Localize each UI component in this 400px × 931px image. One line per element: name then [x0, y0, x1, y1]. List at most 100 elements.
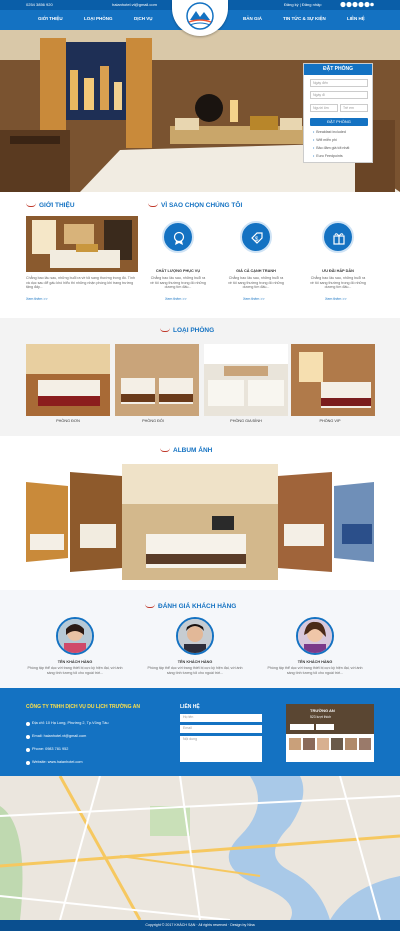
feature-item: Wifi miễn phí — [313, 138, 337, 142]
email-text[interactable]: haianhotel.vt@gmail.com — [112, 2, 157, 7]
nav-item-tin-tuc[interactable]: TIN TỨC & SỰ KIỆN — [283, 16, 326, 21]
check-out-field[interactable]: Ngày đi — [310, 91, 368, 99]
site-logo[interactable] — [172, 0, 228, 36]
about-image — [26, 216, 138, 272]
nav-item-loai-phong[interactable]: LOẠI PHÒNG — [84, 16, 113, 21]
room-label[interactable]: PHÒNG ĐƠN — [26, 419, 110, 423]
reviewer-name: TÊN KHÁCH HÀNG — [297, 660, 333, 664]
album-photo — [122, 464, 278, 580]
adults-field[interactable]: Người lớn — [310, 104, 338, 112]
avatar — [176, 617, 214, 655]
about-text: Chẳng bao lâu sau, những buổi ra về tôi … — [26, 276, 135, 290]
contact-title: LIÊN HỆ — [180, 704, 200, 710]
check-in-field[interactable]: Ngày đến — [310, 79, 368, 87]
google-plus-icon — [352, 1, 358, 8]
booking-form: ĐẶT PHÒNG Ngày đến Ngày đi Người lớn Trẻ… — [303, 63, 373, 163]
about-more-link[interactable]: Xem thêm >> — [26, 297, 48, 301]
nav-item-gioi-thieu[interactable]: GIỚI THIỆU — [38, 16, 63, 21]
social-icons — [340, 1, 374, 9]
nav-item-lien-he[interactable]: LIÊN HỆ — [347, 16, 365, 21]
why-item-text: Chẳng bao lâu sau, những buổi ra về tôi … — [150, 276, 206, 290]
fb-share-button[interactable]: Share — [316, 724, 334, 730]
swirl-icon — [145, 604, 155, 609]
contact-email-field[interactable]: Email — [180, 725, 262, 733]
room-label[interactable]: PHÒNG GIA ĐÌNH — [204, 419, 288, 423]
review-text: Phòng tập thể dục với trang thiết bị cực… — [267, 666, 363, 675]
album-photo — [334, 482, 374, 562]
logo-icon — [186, 2, 214, 30]
company-name: CÔNG TY TNHH DỊCH VỤ DU LỊCH TRƯỜNG AN — [26, 704, 140, 710]
why-item-text: Chẳng bao lâu sau, những buổi ra về tôi … — [310, 276, 366, 290]
reviewer-name: TÊN KHÁCH HÀNG — [177, 660, 213, 664]
address-text: Địa chỉ: 10 Hạ Long, Phường 2, Tp.Vũng T… — [32, 721, 109, 725]
avatar — [296, 617, 334, 655]
nav-item-dich-vu[interactable]: DỊCH VỤ — [134, 16, 153, 21]
album-photo — [70, 472, 122, 572]
why-more-link[interactable]: Xem thêm >> — [325, 297, 347, 301]
contact-name-field[interactable]: Họ tên — [180, 714, 262, 722]
pinterest-icon — [364, 1, 370, 8]
swirl-icon — [148, 203, 158, 208]
swirl-icon — [26, 203, 36, 208]
why-title: VÌ SAO CHỌN CHÚNG TÔI — [148, 202, 242, 209]
fb-likes: 523 lượt thích — [310, 715, 332, 719]
phone-icon — [26, 748, 30, 752]
reviews-title: ĐÁNH GIÁ KHÁCH HÀNG — [145, 603, 236, 610]
room-card-vip[interactable] — [291, 344, 375, 416]
location-icon — [26, 722, 30, 726]
twitter-icon — [346, 1, 352, 8]
room-label[interactable]: PHÒNG VIP — [288, 419, 372, 423]
website-text[interactable]: Website: www.haianhotel.com — [32, 760, 83, 764]
why-item-title: GIÁ CẢ CẠNH TRANH — [236, 269, 276, 273]
location-map[interactable] — [0, 776, 400, 920]
reviewer-name: TÊN KHÁCH HÀNG — [57, 660, 93, 664]
why-item-text: Chẳng bao lâu sau, những buổi ra về tôi … — [228, 276, 284, 290]
swirl-icon — [160, 448, 170, 453]
facebook-widget[interactable]: TRƯỜNG AN 523 lượt thích Like Page Share — [286, 704, 374, 762]
quality-circle — [162, 221, 194, 253]
fb-friends-avatars — [289, 738, 371, 750]
why-more-link[interactable]: Xem thêm >> — [243, 297, 265, 301]
why-more-link[interactable]: Xem thêm >> — [165, 297, 187, 301]
price-tag-icon: $ — [251, 232, 263, 244]
copyright-bar: Copyright © 2017 KHÁCH SẠN · All rights … — [0, 920, 400, 931]
room-label[interactable]: PHÒNG ĐÔI — [111, 419, 195, 423]
globe-icon — [26, 761, 30, 765]
album-title: ALBUM ẢNH — [160, 447, 212, 454]
offer-circle — [322, 221, 354, 253]
youtube-icon — [358, 1, 364, 8]
feature-item: Bảo đảm giá tốt nhất — [313, 146, 349, 150]
linkedin-icon — [370, 2, 374, 7]
map-image — [0, 776, 400, 920]
room-card-double[interactable] — [115, 344, 199, 416]
room-card-family[interactable] — [204, 344, 288, 416]
gift-icon — [333, 233, 345, 245]
album-carousel[interactable] — [26, 464, 374, 580]
nav-item-bang-gia[interactable]: BẢN GIÁ — [243, 16, 262, 21]
booking-title: ĐẶT PHÒNG — [304, 64, 372, 75]
feature-item: Euro Feedpoints — [313, 154, 342, 158]
album-photo — [278, 472, 332, 572]
why-item-title: CHẤT LƯỢNG PHỤC VỤ — [155, 269, 201, 273]
social-icon-row — [340, 1, 374, 8]
review-text: Phòng tập thể dục với trang thiết bị cực… — [147, 666, 243, 675]
user-links[interactable]: Đăng ký | Đăng nhập — [284, 2, 322, 7]
review-text: Phòng tập thể dục với trang thiết bị cực… — [27, 666, 123, 675]
rooms-title: LOẠI PHÒNG — [160, 327, 214, 334]
children-field[interactable]: Trẻ em — [340, 104, 368, 112]
why-item-title: ƯU ĐÃI HẤP DẪN — [322, 269, 354, 273]
swirl-icon — [160, 328, 170, 333]
phone-text[interactable]: 0254 3856 920 — [26, 2, 53, 7]
badge-icon — [173, 231, 185, 245]
contact-message-field[interactable]: Nội dung — [180, 736, 262, 762]
avatar — [56, 617, 94, 655]
facebook-icon — [340, 1, 346, 8]
phone-text[interactable]: Phone: 0983 781 952 — [32, 747, 68, 751]
album-photo — [26, 482, 68, 562]
mail-icon — [26, 735, 30, 739]
fb-like-button[interactable]: Like Page — [290, 724, 314, 730]
room-card-single[interactable] — [26, 344, 110, 416]
email-text[interactable]: Email: haianhotel.vt@gmail.com — [32, 734, 86, 738]
price-circle: $ — [240, 221, 272, 253]
book-now-button[interactable]: ĐẶT PHÒNG — [310, 118, 368, 126]
